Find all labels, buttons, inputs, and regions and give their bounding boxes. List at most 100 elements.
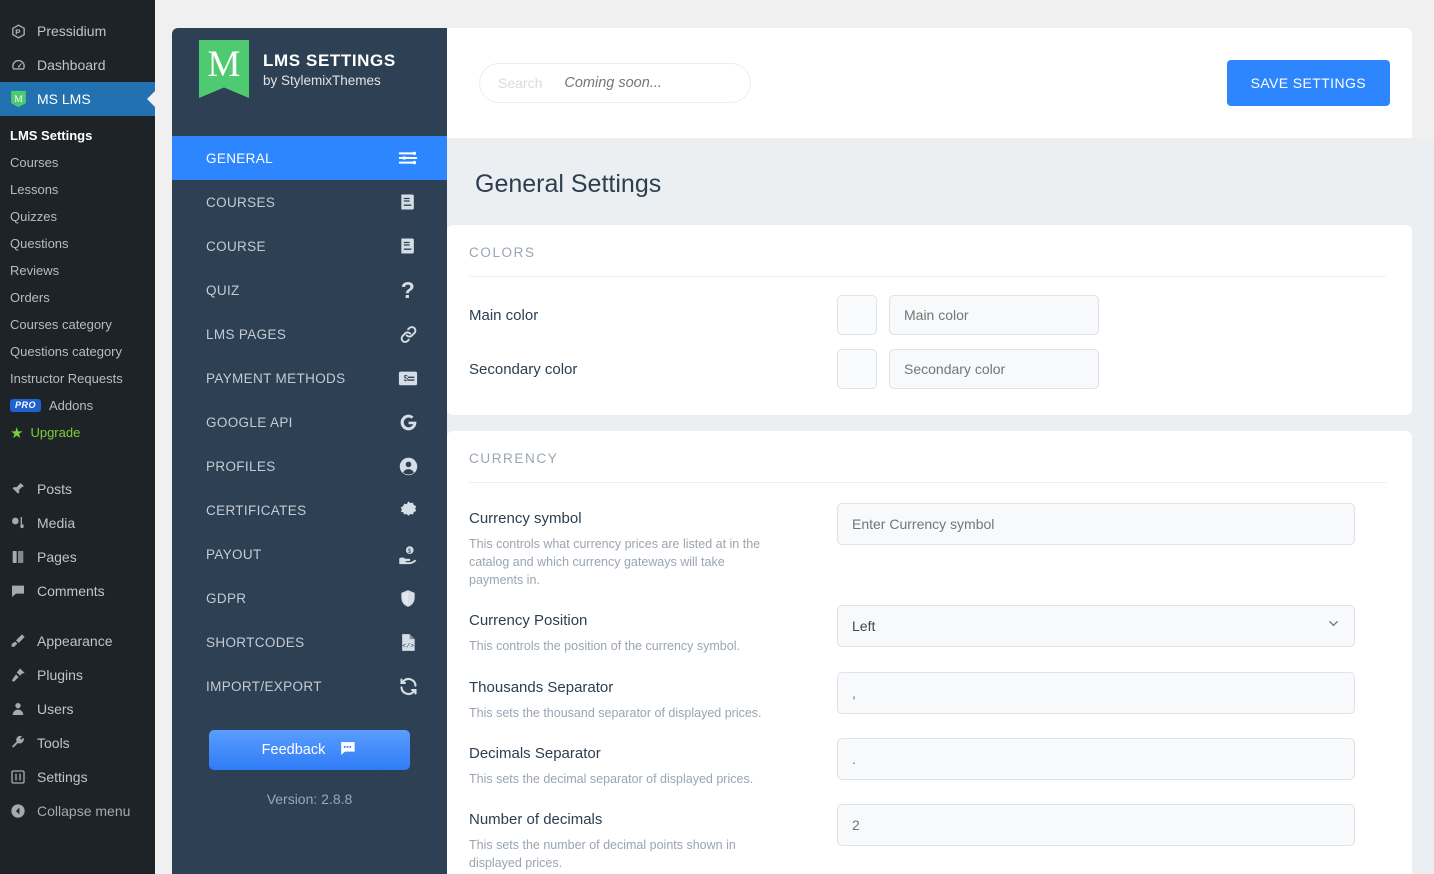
svg-text:</>: </> bbox=[402, 642, 414, 649]
sidebar-subitem-instructor-requests[interactable]: Instructor Requests bbox=[0, 365, 155, 392]
sidebar-item-settings[interactable]: Settings bbox=[0, 760, 155, 794]
sidebar-subitem-quizzes[interactable]: Quizzes bbox=[0, 203, 155, 230]
plugin-tab-panel: M LMS SETTINGS by StylemixThemes GENERAL… bbox=[172, 28, 447, 874]
sidebar-item-appearance[interactable]: Appearance bbox=[0, 624, 155, 658]
thousands-separator-input[interactable] bbox=[837, 671, 1355, 714]
sidebar-item-collapse-menu[interactable]: Collapse menu bbox=[0, 794, 155, 828]
sidebar-item-tools[interactable]: Tools bbox=[0, 726, 155, 760]
certificate-seal-icon bbox=[396, 498, 420, 522]
setting-label: Main color bbox=[469, 306, 539, 324]
tab-general[interactable]: GENERAL bbox=[172, 136, 447, 180]
tab-label: SHORTCODES bbox=[206, 634, 305, 650]
tab-lms-pages[interactable]: LMS PAGES bbox=[172, 312, 447, 356]
account-circle-icon bbox=[396, 454, 420, 478]
plugin-brand: M LMS SETTINGS by StylemixThemes bbox=[172, 28, 447, 110]
feedback-label: Feedback bbox=[261, 742, 326, 758]
main-color-input[interactable] bbox=[889, 295, 1099, 335]
setting-label: Number of decimals bbox=[469, 810, 603, 828]
wp-admin-sidebar: Pressidium Dashboard M MS LMS LMS Settin… bbox=[0, 0, 155, 874]
plugin-area: M LMS SETTINGS by StylemixThemes GENERAL… bbox=[155, 0, 1434, 874]
setting-label: Currency symbol bbox=[469, 510, 582, 527]
tab-google-api[interactable]: GOOGLE API bbox=[172, 400, 447, 444]
tab-import-export[interactable]: IMPORT/EXPORT bbox=[172, 664, 447, 708]
sidebar-item-label: Appearance bbox=[37, 633, 113, 649]
setting-description: This sets the thousand separator of disp… bbox=[469, 705, 762, 720]
sidebar-item-posts[interactable]: Posts bbox=[0, 472, 155, 506]
search-box[interactable]: Search bbox=[479, 63, 751, 103]
sidebar-item-ms-lms[interactable]: M MS LMS bbox=[0, 82, 155, 116]
tab-label: PROFILES bbox=[206, 458, 276, 474]
logo-letter: M bbox=[207, 44, 241, 85]
sidebar-subitem-addons[interactable]: PRO Addons bbox=[0, 392, 155, 419]
sidebar-item-label: Users bbox=[37, 701, 74, 717]
secondary-color-swatch[interactable] bbox=[837, 349, 877, 389]
star-icon: ★ bbox=[10, 424, 24, 442]
tab-label: QUIZ bbox=[206, 282, 240, 298]
tab-payout[interactable]: PAYOUT $ bbox=[172, 532, 447, 576]
tab-course[interactable]: COURSE bbox=[172, 224, 447, 268]
pages-icon bbox=[8, 547, 28, 567]
sidebar-item-label: Pages bbox=[37, 549, 77, 565]
sidebar-item-users[interactable]: Users bbox=[0, 692, 155, 726]
sidebar-divider-2 bbox=[0, 608, 155, 624]
payment-card-icon: $ bbox=[396, 366, 420, 390]
sidebar-item-media[interactable]: Media bbox=[0, 506, 155, 540]
sidebar-submenu: LMS Settings Courses Lessons Quizzes Que… bbox=[0, 116, 155, 456]
media-icon bbox=[8, 513, 28, 533]
tab-quiz[interactable]: QUIZ ? bbox=[172, 268, 447, 312]
tab-label: GENERAL bbox=[206, 150, 273, 166]
setting-row-number-of-decimals: Number of decimals This sets the number … bbox=[469, 788, 1386, 872]
save-settings-button[interactable]: SAVE SETTINGS bbox=[1226, 60, 1390, 106]
sync-icon bbox=[396, 674, 420, 698]
sidebar-subitem-reviews[interactable]: Reviews bbox=[0, 257, 155, 284]
tab-certificates[interactable]: CERTIFICATES bbox=[172, 488, 447, 532]
sidebar-subitem-questions[interactable]: Questions bbox=[0, 230, 155, 257]
tab-payment-methods[interactable]: PAYMENT METHODS $ bbox=[172, 356, 447, 400]
sidebar-subitem-lms-settings[interactable]: LMS Settings bbox=[0, 122, 155, 149]
sidebar-item-dashboard[interactable]: Dashboard bbox=[0, 48, 155, 82]
tab-courses[interactable]: COURSES bbox=[172, 180, 447, 224]
sidebar-item-label: Media bbox=[37, 515, 76, 531]
dashboard-icon bbox=[8, 55, 28, 75]
setting-description: This controls the position of the curren… bbox=[469, 639, 740, 654]
sidebar-item-comments[interactable]: Comments bbox=[0, 574, 155, 608]
sidebar-item-pages[interactable]: Pages bbox=[0, 540, 155, 574]
sidebar-item-pressidium[interactable]: Pressidium bbox=[0, 14, 155, 48]
currency-symbol-input[interactable] bbox=[837, 503, 1355, 545]
setting-row-thousands-separator: Thousands Separator This sets the thousa… bbox=[469, 656, 1386, 722]
sidebar-subitem-lessons[interactable]: Lessons bbox=[0, 176, 155, 203]
tab-shortcodes[interactable]: SHORTCODES </> bbox=[172, 620, 447, 664]
currency-position-select[interactable]: LeftRightLeft with spaceRight with space bbox=[837, 605, 1355, 648]
tab-gdpr[interactable]: GDPR bbox=[172, 576, 447, 620]
main-color-swatch[interactable] bbox=[837, 295, 877, 335]
search-input[interactable] bbox=[564, 75, 725, 91]
sidebar-item-label: Comments bbox=[37, 583, 105, 599]
collapse-icon bbox=[8, 801, 28, 821]
sidebar-item-label: Posts bbox=[37, 481, 73, 497]
decimals-separator-input[interactable] bbox=[837, 737, 1355, 780]
setting-description: This sets the number of decimal points s… bbox=[469, 837, 736, 870]
sidebar-item-label: Pressidium bbox=[37, 23, 107, 39]
brush-icon bbox=[8, 631, 28, 651]
number-of-decimals-input[interactable] bbox=[837, 803, 1355, 846]
sidebar-subitem-upgrade[interactable]: ★ Upgrade bbox=[0, 419, 155, 446]
setting-row-currency-symbol: Currency symbol This controls what curre… bbox=[469, 487, 1386, 589]
tab-profiles[interactable]: PROFILES bbox=[172, 444, 447, 488]
comment-icon bbox=[8, 581, 28, 601]
sidebar-item-plugins[interactable]: Plugins bbox=[0, 658, 155, 692]
svg-text:$: $ bbox=[408, 547, 412, 554]
secondary-color-input[interactable] bbox=[889, 349, 1099, 389]
sidebar-subitem-orders[interactable]: Orders bbox=[0, 284, 155, 311]
book-icon bbox=[396, 234, 420, 258]
pressidium-icon bbox=[8, 21, 28, 41]
feedback-button[interactable]: Feedback bbox=[209, 730, 410, 770]
tab-label: GDPR bbox=[206, 590, 247, 606]
section-title: COLORS bbox=[469, 245, 1386, 277]
sidebar-subitem-questions-category[interactable]: Questions category bbox=[0, 338, 155, 365]
settings-scroll-region[interactable]: General Settings COLORS Main color Main … bbox=[447, 138, 1434, 874]
sidebar-item-label: Plugins bbox=[37, 667, 83, 683]
sidebar-subitem-courses-category[interactable]: Courses category bbox=[0, 311, 155, 338]
sidebar-subitem-courses[interactable]: Courses bbox=[0, 149, 155, 176]
setting-label: Decimals Separator bbox=[469, 744, 601, 762]
sidebar-item-label: Settings bbox=[37, 769, 88, 785]
